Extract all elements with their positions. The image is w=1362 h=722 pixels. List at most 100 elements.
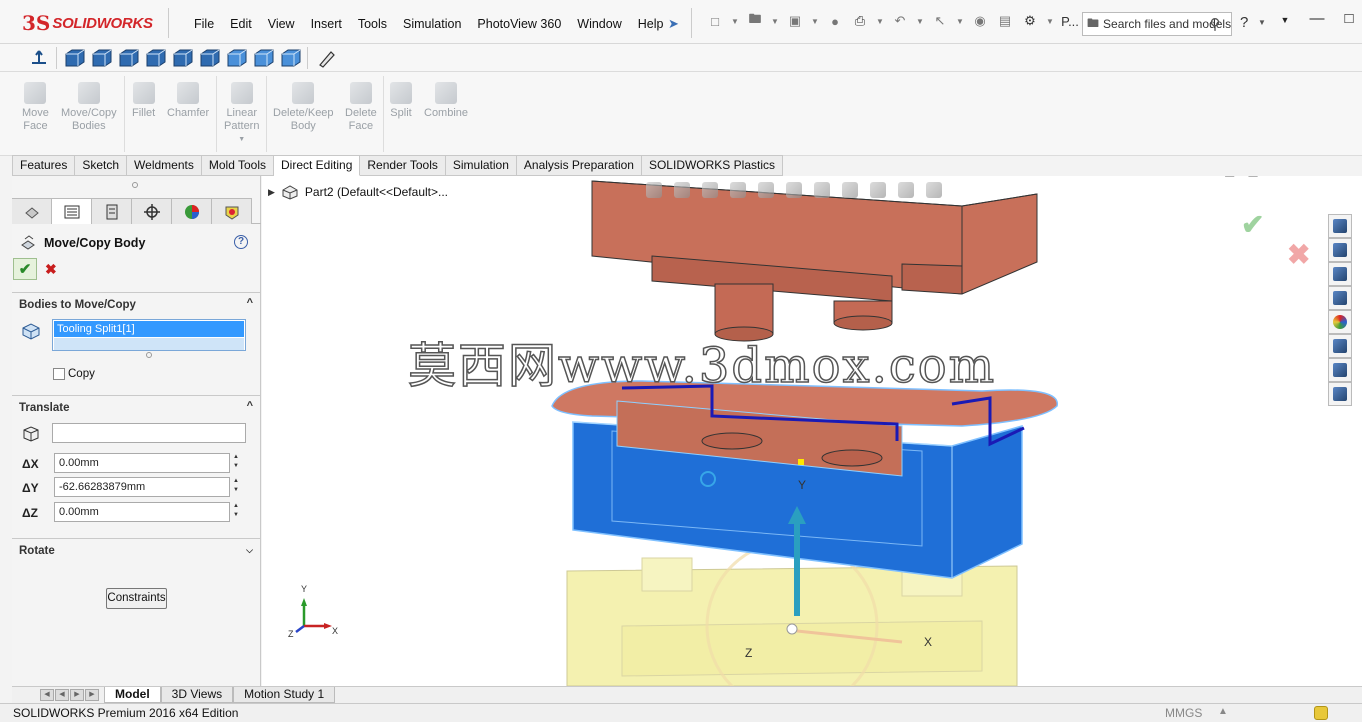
menu-edit[interactable]: Edit [222, 14, 260, 34]
tab-simulation[interactable]: Simulation [445, 155, 517, 176]
custom-properties-icon[interactable] [1328, 334, 1352, 358]
appearances-icon[interactable] [1328, 310, 1352, 334]
top-view-icon[interactable] [173, 49, 193, 67]
more-icon[interactable]: ▼ [1276, 10, 1294, 30]
hide-show-items-icon[interactable] [842, 182, 858, 198]
delta-z-input[interactable]: 0.00mm [54, 502, 230, 522]
appearance-icon[interactable]: ● [826, 12, 844, 30]
menu-file[interactable]: File [186, 14, 222, 34]
edit-appearance-icon[interactable] [870, 182, 886, 198]
tab-cam-manager[interactable] [212, 198, 252, 224]
menu-photoview[interactable]: PhotoView 360 [469, 14, 569, 34]
translation-reference-field[interactable] [52, 423, 246, 443]
chevron-down-icon[interactable]: ▼ [731, 17, 739, 26]
tab-mold-tools[interactable]: Mold Tools [201, 155, 274, 176]
tab-property-manager[interactable] [52, 198, 92, 224]
ok-button[interactable]: ✔ [13, 258, 37, 280]
chevron-down-icon[interactable]: ▼ [876, 17, 884, 26]
menu-insert[interactable]: Insert [303, 14, 350, 34]
chevron-down-icon[interactable]: ▼ [916, 17, 924, 26]
tab-weldments[interactable]: Weldments [127, 155, 202, 176]
tab-dimxpert-manager[interactable] [132, 198, 172, 224]
chevron-down-icon[interactable]: ▼ [811, 17, 819, 26]
fillet-button[interactable]: Fillet [132, 82, 155, 120]
minimize-icon[interactable]: — [1271, 176, 1283, 178]
rebuild-icon[interactable]: ◉ [971, 12, 989, 30]
selected-body-item[interactable]: Tooling Split1[1] [54, 321, 244, 337]
mold-model-view[interactable] [262, 176, 1362, 686]
search-icon[interactable]: ⚲ [1198, 12, 1232, 36]
cavity-top-block[interactable] [591, 180, 1038, 342]
translate-group-header[interactable]: Translate ^ [12, 395, 261, 417]
dynamic-annotation-icon[interactable] [758, 182, 774, 198]
dimetric-view-icon[interactable] [281, 49, 301, 67]
open-folder-icon[interactable]: 🖿 [746, 11, 764, 30]
zoom-to-fit-icon[interactable] [646, 182, 662, 198]
comments-icon[interactable] [1328, 382, 1352, 406]
maximize-icon[interactable]: □ [1340, 10, 1358, 30]
graphics-area[interactable]: ▶ Part2 (Default<<Default>... ◫ ◫ — ❐ ✕ … [262, 176, 1362, 686]
chevron-down-icon[interactable]: ▼ [1046, 17, 1054, 26]
bottom-view-icon[interactable] [200, 49, 220, 67]
delta-y-input[interactable]: -62.66283879mm [54, 477, 230, 497]
tab-configuration-manager[interactable] [92, 198, 132, 224]
chamfer-button[interactable]: Chamfer [167, 82, 209, 120]
menu-view[interactable]: View [260, 14, 303, 34]
chevron-down-icon[interactable]: ▼ [771, 17, 779, 26]
bodies-group-header[interactable]: Bodies to Move/Copy ^ [12, 292, 261, 314]
first-tab-icon[interactable]: ◀ [40, 689, 54, 701]
chevron-down-icon[interactable]: ▼ [1258, 18, 1266, 27]
trimetric-view-icon[interactable] [254, 49, 274, 67]
right-view-icon[interactable] [146, 49, 166, 67]
tab-3d-views[interactable]: 3D Views [160, 687, 234, 703]
menu-tools[interactable]: Tools [350, 14, 395, 34]
tile-icon[interactable]: ❐ [1295, 176, 1306, 178]
reference-triad-icon[interactable] [28, 48, 50, 68]
left-view-icon[interactable] [119, 49, 139, 67]
cancel-button[interactable]: ✖ [45, 261, 57, 278]
view-orientation-icon[interactable] [786, 182, 802, 198]
help-icon[interactable]: ? [234, 235, 248, 249]
collapse-icon[interactable]: ^ [247, 400, 253, 412]
delta-z-spinner[interactable]: ▲ ▼ [231, 502, 241, 522]
pin-menu-icon[interactable]: ➤ [668, 16, 679, 32]
delta-y-spinner[interactable]: ▲ ▼ [231, 477, 241, 497]
qat-overflow[interactable]: P... [1061, 12, 1079, 30]
tab-sketch[interactable]: Sketch [75, 155, 128, 176]
delta-x-input[interactable]: 0.00mm [54, 453, 230, 473]
move-copy-bodies-button[interactable]: Move/Copy Bodies [61, 82, 117, 133]
select-arrow-icon[interactable]: ↖ [931, 12, 949, 30]
tab-analysis-preparation[interactable]: Analysis Preparation [516, 155, 642, 176]
list-resize-grip[interactable] [146, 352, 152, 358]
help-icon[interactable]: ? [1240, 14, 1248, 31]
tab-features[interactable]: Features [12, 155, 76, 176]
bodies-selection-list[interactable]: Tooling Split1[1] [52, 319, 246, 351]
design-library-icon[interactable] [1328, 238, 1352, 262]
split-button[interactable]: Split [390, 82, 412, 120]
file-properties-icon[interactable]: ▤ [996, 12, 1014, 30]
apply-scene-icon[interactable] [898, 182, 914, 198]
solidworks-forum-icon[interactable] [1328, 358, 1352, 382]
rotate-group-header[interactable]: Rotate ⌵ [12, 538, 261, 560]
linear-pattern-button[interactable]: Linear Pattern ▼ [224, 82, 259, 146]
delete-face-button[interactable]: Delete Face [345, 82, 377, 133]
section-view-icon[interactable] [730, 182, 746, 198]
view-palette-icon[interactable] [1328, 286, 1352, 310]
confirm-cancel-icon[interactable]: ✖ [1287, 238, 1310, 271]
minimize-icon[interactable]: — [1308, 10, 1326, 30]
menu-window[interactable]: Window [569, 14, 629, 34]
measure-icon[interactable] [316, 48, 336, 68]
restore-right-icon[interactable]: ◫ [1247, 176, 1258, 178]
feature-tree-flyout[interactable]: ▶ Part2 (Default<<Default>... [268, 184, 448, 200]
undo-icon[interactable]: ↶ [891, 12, 909, 30]
move-face-button[interactable]: Move Face [22, 82, 49, 133]
back-view-icon[interactable] [92, 49, 112, 67]
tab-motion-study-1[interactable]: Motion Study 1 [233, 687, 336, 703]
tree-part-label[interactable]: Part2 (Default<<Default>... [305, 185, 448, 199]
solidworks-resources-icon[interactable] [1328, 214, 1352, 238]
front-view-icon[interactable] [65, 49, 85, 67]
chevron-up-icon[interactable]: ▲ [1218, 706, 1228, 717]
tab-feature-manager[interactable] [12, 198, 52, 224]
delta-x-spinner[interactable]: ▲ ▼ [231, 453, 241, 473]
chevron-down-icon[interactable]: ▼ [956, 17, 964, 26]
